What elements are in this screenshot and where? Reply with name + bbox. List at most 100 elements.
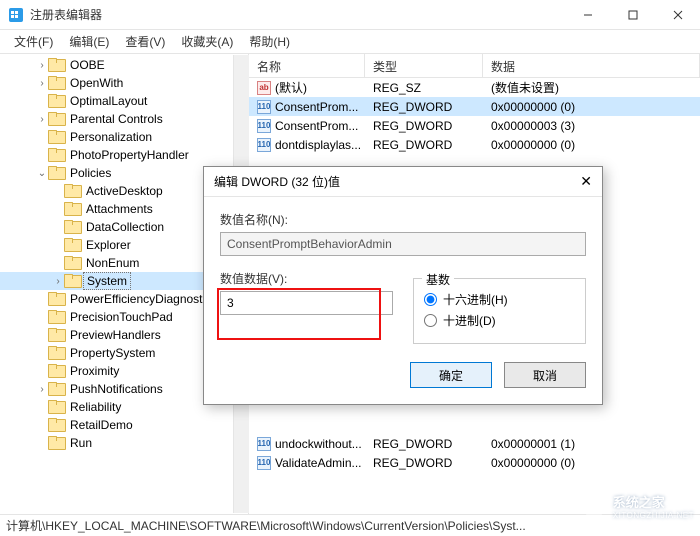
tree-item-label: PrecisionTouchPad bbox=[67, 309, 176, 325]
tree-item-label: DataCollection bbox=[83, 219, 167, 235]
tree-item[interactable]: ›OptimalLayout bbox=[0, 92, 248, 110]
cell-name: undockwithout... bbox=[275, 437, 362, 451]
folder-icon bbox=[48, 436, 64, 450]
menu-help[interactable]: 帮助(H) bbox=[241, 30, 298, 53]
tree-item-label: PhotoPropertyHandler bbox=[67, 147, 192, 163]
folder-icon bbox=[48, 166, 64, 180]
dialog-title: 编辑 DWORD (32 位)值 bbox=[214, 173, 580, 190]
tree-item[interactable]: ›Personalization bbox=[0, 128, 248, 146]
value-data-input[interactable] bbox=[220, 291, 393, 315]
cell-type: REG_DWORD bbox=[365, 138, 483, 152]
folder-icon bbox=[48, 76, 64, 90]
cancel-button[interactable]: 取消 bbox=[504, 362, 586, 388]
tree-item-label: OOBE bbox=[67, 57, 108, 73]
reg-dword-icon: 110 bbox=[257, 119, 271, 133]
folder-icon bbox=[48, 400, 64, 414]
list-row[interactable]: 110undockwithout...REG_DWORD0x00000001 (… bbox=[249, 434, 700, 453]
tree-item[interactable]: ›Parental Controls bbox=[0, 110, 248, 128]
folder-icon bbox=[48, 148, 64, 162]
cell-data: (数值未设置) bbox=[483, 79, 700, 96]
folder-icon bbox=[64, 202, 80, 216]
chevron-right-icon[interactable]: › bbox=[36, 60, 48, 71]
radio-hex[interactable]: 十六进制(H) bbox=[424, 291, 575, 308]
folder-icon bbox=[48, 328, 64, 342]
tree-item-label: RetailDemo bbox=[67, 417, 136, 433]
cell-data: 0x00000000 (0) bbox=[483, 456, 700, 470]
window-title: 注册表编辑器 bbox=[30, 6, 565, 23]
cell-data: 0x00000000 (0) bbox=[483, 100, 700, 114]
menu-file[interactable]: 文件(F) bbox=[6, 30, 61, 53]
chevron-right-icon[interactable]: › bbox=[36, 114, 48, 125]
minimize-button[interactable] bbox=[565, 0, 610, 30]
tree-item-label: OpenWith bbox=[67, 75, 126, 91]
reg-dword-icon: 110 bbox=[257, 437, 271, 451]
list-header: 名称 类型 数据 bbox=[249, 54, 700, 78]
col-type[interactable]: 类型 bbox=[365, 54, 483, 77]
cell-type: REG_DWORD bbox=[365, 100, 483, 114]
tree-item-label: Explorer bbox=[83, 237, 134, 253]
tree-item-label: OptimalLayout bbox=[67, 93, 150, 109]
col-data[interactable]: 数据 bbox=[483, 54, 700, 77]
menubar: 文件(F) 编辑(E) 查看(V) 收藏夹(A) 帮助(H) bbox=[0, 30, 700, 54]
cell-type: REG_DWORD bbox=[365, 456, 483, 470]
edit-dword-dialog: 编辑 DWORD (32 位)值 ✕ 数值名称(N): 数值数据(V): 基数 … bbox=[203, 166, 603, 405]
tree-item-label: System bbox=[83, 272, 131, 290]
chevron-right-icon[interactable]: › bbox=[36, 384, 48, 395]
folder-icon bbox=[48, 310, 64, 324]
tree-item-label: PushNotifications bbox=[67, 381, 166, 397]
folder-icon bbox=[48, 94, 64, 108]
dialog-close-button[interactable]: ✕ bbox=[580, 173, 592, 190]
status-path: 计算机\HKEY_LOCAL_MACHINE\SOFTWARE\Microsof… bbox=[6, 517, 526, 534]
tree-item[interactable]: ›Run bbox=[0, 434, 248, 452]
cell-data: 0x00000001 (1) bbox=[483, 437, 700, 451]
cell-name: ConsentProm... bbox=[275, 119, 358, 133]
folder-icon bbox=[48, 292, 64, 306]
close-button[interactable] bbox=[655, 0, 700, 30]
tree-item-label: Policies bbox=[67, 165, 114, 181]
tree-item[interactable]: › OOBE bbox=[0, 56, 248, 74]
cell-name: (默认) bbox=[275, 79, 307, 96]
menu-view[interactable]: 查看(V) bbox=[117, 30, 173, 53]
menu-favorites[interactable]: 收藏夹(A) bbox=[173, 30, 241, 53]
folder-icon bbox=[48, 112, 64, 126]
ok-button[interactable]: 确定 bbox=[410, 362, 492, 388]
reg-dword-icon: 110 bbox=[257, 100, 271, 114]
col-name[interactable]: 名称 bbox=[249, 54, 365, 77]
chevron-right-icon[interactable]: › bbox=[36, 78, 48, 89]
cell-type: REG_DWORD bbox=[365, 119, 483, 133]
radio-dec-input[interactable] bbox=[424, 314, 437, 327]
folder-icon bbox=[64, 220, 80, 234]
cell-name: dontdisplaylas... bbox=[275, 138, 361, 152]
menu-edit[interactable]: 编辑(E) bbox=[61, 30, 117, 53]
tree-item-label: Attachments bbox=[83, 201, 156, 217]
tree-item[interactable]: ›RetailDemo bbox=[0, 416, 248, 434]
cell-type: REG_SZ bbox=[365, 81, 483, 95]
list-row[interactable]: 110dontdisplaylas...REG_DWORD0x00000000 … bbox=[249, 135, 700, 154]
cell-data: 0x00000003 (3) bbox=[483, 119, 700, 133]
list-row[interactable]: 110ValidateAdmin...REG_DWORD0x00000000 (… bbox=[249, 453, 700, 472]
folder-icon bbox=[64, 256, 80, 270]
folder-icon bbox=[64, 274, 80, 288]
chevron-right-icon[interactable]: › bbox=[52, 276, 64, 287]
list-row[interactable]: 110 ConsentProm... REG_DWORD0x00000003 (3) bbox=[249, 116, 700, 135]
reg-dword-icon: 110 bbox=[257, 138, 271, 152]
titlebar: 注册表编辑器 bbox=[0, 0, 700, 30]
tree-item[interactable]: ›PhotoPropertyHandler bbox=[0, 146, 248, 164]
cell-name: ConsentProm... bbox=[275, 100, 358, 114]
tree-item[interactable]: › OpenWith bbox=[0, 74, 248, 92]
radio-hex-input[interactable] bbox=[424, 293, 437, 306]
tree-item-label: Reliability bbox=[67, 399, 124, 415]
folder-icon bbox=[64, 238, 80, 252]
value-data-label: 数值数据(V): bbox=[220, 270, 393, 287]
list-row[interactable]: 110 ConsentProm... REG_DWORD0x00000000 (0) bbox=[249, 97, 700, 116]
value-name-input[interactable] bbox=[220, 232, 586, 256]
value-name-label: 数值名称(N): bbox=[220, 211, 586, 228]
chevron-down-icon[interactable]: ⌄ bbox=[36, 168, 48, 179]
radio-dec[interactable]: 十进制(D) bbox=[424, 312, 575, 329]
reg-sz-icon: ab bbox=[257, 81, 271, 95]
tree-item-label: Proximity bbox=[67, 363, 122, 379]
list-row[interactable]: ab (默认) REG_SZ(数值未设置) bbox=[249, 78, 700, 97]
maximize-button[interactable] bbox=[610, 0, 655, 30]
cell-name: ValidateAdmin... bbox=[275, 456, 362, 470]
tree-item-label: PowerEfficiencyDiagnostics bbox=[67, 291, 220, 307]
